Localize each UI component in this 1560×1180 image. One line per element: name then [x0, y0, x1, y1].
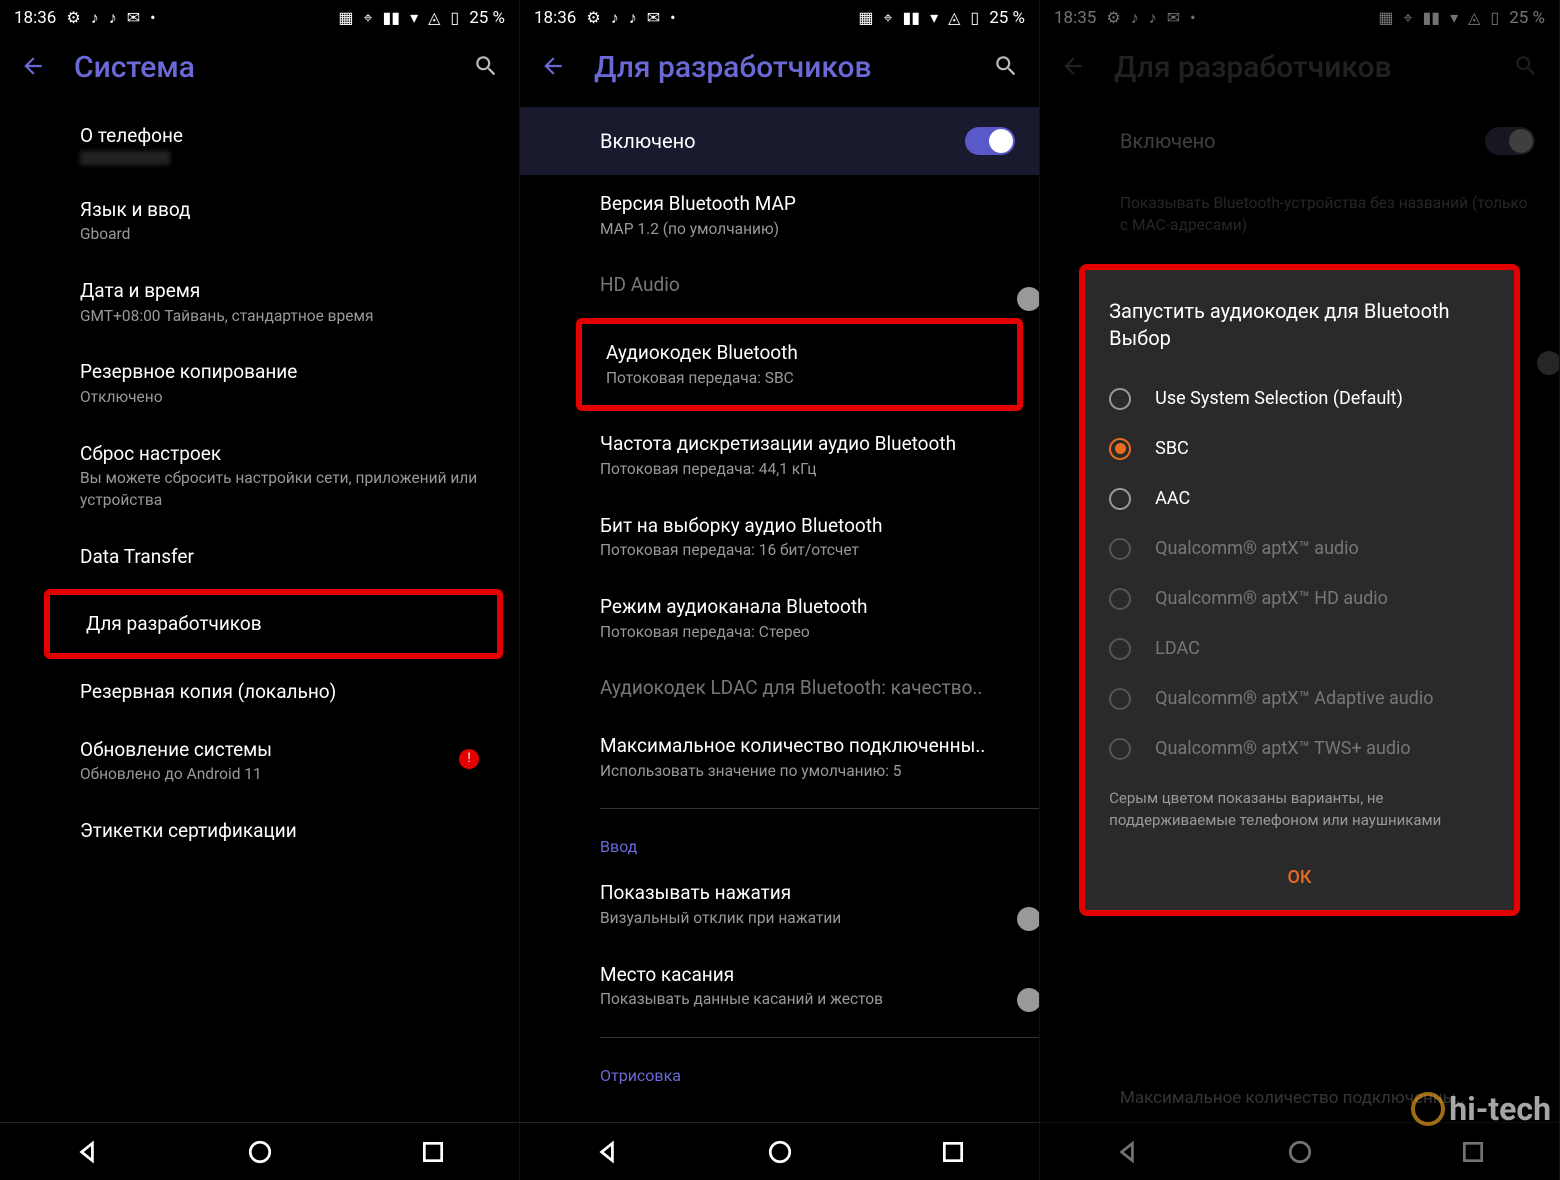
tiktok-icon: ♪ — [611, 10, 619, 26]
nav-bar — [520, 1122, 1039, 1180]
item-ldac-quality: Аудиокодек LDAC для Bluetooth: качество.… — [520, 659, 1039, 717]
battery-pct: 25 % — [989, 8, 1025, 28]
page-header: Система — [0, 36, 519, 107]
ok-button[interactable]: ОК — [1109, 845, 1490, 910]
dialog-overlay[interactable]: Запустить аудиокодек для Bluetooth Выбор… — [1040, 0, 1559, 1180]
more-icon: • — [150, 10, 155, 26]
tiktok-icon: ♪ — [629, 10, 637, 26]
update-badge: ! — [459, 749, 479, 769]
search-icon[interactable] — [473, 53, 499, 83]
page-title: Для разработчиков — [594, 50, 965, 85]
radio-option-ldac: LDAC — [1109, 624, 1490, 674]
item-certification[interactable]: Этикетки сертификации — [0, 802, 519, 860]
gear-icon: ⚙ — [586, 10, 600, 26]
item-max-connected[interactable]: Максимальное количество подключенны.. Ис… — [520, 717, 1039, 798]
item-bt-codec[interactable]: Аудиокодек Bluetooth Потоковая передача:… — [576, 318, 1023, 411]
status-bar: 18:36 ⚙ ♪ ♪ ✉ • ▦ ⌖ ▮▮ ▾ ◬ ▯ 25 % — [520, 0, 1039, 36]
nav-recent-icon[interactable] — [940, 1139, 966, 1165]
item-bt-bits[interactable]: Бит на выборку аудио Bluetooth Потоковая… — [520, 497, 1039, 578]
radio-icon — [1109, 738, 1131, 760]
wifi-icon: ▾ — [410, 10, 418, 26]
radio-option-aptx-tws: Qualcomm® aptX™ TWS+ audio — [1109, 724, 1490, 774]
battery-icon: ▯ — [450, 10, 459, 26]
item-system-update[interactable]: Обновление системы Обновлено до Android … — [0, 721, 519, 802]
radio-icon — [1109, 538, 1131, 560]
status-time: 18:36 — [14, 8, 56, 28]
radio-option-default[interactable]: Use System Selection (Default) — [1109, 374, 1490, 424]
gmail-icon: ✉ — [647, 10, 660, 26]
toggle-switch[interactable] — [965, 127, 1015, 155]
watermark-icon — [1411, 1092, 1445, 1126]
radio-option-aptx-hd: Qualcomm® aptX™ HD audio — [1109, 574, 1490, 624]
nav-recent-icon[interactable] — [420, 1139, 446, 1165]
dialog-note: Серым цветом показаны варианты, не подде… — [1109, 774, 1490, 846]
tiktok-icon: ♪ — [109, 10, 117, 26]
status-time: 18:36 — [534, 8, 576, 28]
radio-icon — [1109, 388, 1131, 410]
nav-back-icon[interactable] — [594, 1139, 620, 1165]
dev-options-list: Версия Bluetooth MAP MAP 1.2 (по умолчан… — [520, 175, 1039, 1122]
item-language[interactable]: Язык и ввод Gboard — [0, 181, 519, 262]
radio-icon — [1109, 438, 1131, 460]
item-developer-options[interactable]: Для разработчиков — [44, 589, 503, 659]
section-drawing: Отрисовка — [520, 1048, 1039, 1093]
radio-option-aac[interactable]: AAC — [1109, 474, 1490, 524]
radio-option-sbc[interactable]: SBC — [1109, 424, 1490, 474]
settings-list: О телефоне Язык и ввод Gboard Дата и вре… — [0, 107, 519, 1122]
radio-icon — [1109, 688, 1131, 710]
item-local-backup[interactable]: Резервная копия (локально) — [0, 663, 519, 721]
screenshot-system: 18:36 ⚙ ♪ ♪ ✉ • ▦ ⌖ ▮▮ ▾ ◬ ▯ 25 % Систем… — [0, 0, 520, 1180]
item-hd-audio: HD Audio — [520, 256, 1039, 314]
radio-icon — [1109, 588, 1131, 610]
battery-pct: 25 % — [469, 8, 505, 28]
battery-icon: ▯ — [970, 10, 979, 26]
item-date-time[interactable]: Дата и время GMT+08:00 Тайвань, стандарт… — [0, 262, 519, 343]
status-bar: 18:36 ⚙ ♪ ♪ ✉ • ▦ ⌖ ▮▮ ▾ ◬ ▯ 25 % — [0, 0, 519, 36]
item-bt-channel[interactable]: Режим аудиоканала Bluetooth Потоковая пе… — [520, 578, 1039, 659]
page-header: Для разработчиков — [520, 36, 1039, 107]
radio-option-aptx-adaptive: Qualcomm® aptX™ Adaptive audio — [1109, 674, 1490, 724]
bluetooth-icon: ⌖ — [883, 10, 892, 26]
item-bt-map[interactable]: Версия Bluetooth MAP MAP 1.2 (по умолчан… — [520, 175, 1039, 256]
page-title: Система — [74, 50, 445, 85]
screenshot-codec-dialog: 18:35 ⚙ ♪ ♪ ✉ • ▦ ⌖ ▮▮ ▾ ◬ ▯ 25 % Для ра… — [1040, 0, 1560, 1180]
gear-icon: ⚙ — [66, 10, 80, 26]
nav-bar — [0, 1122, 519, 1180]
vibrate-icon: ▮▮ — [902, 10, 920, 26]
gmail-icon: ✉ — [127, 10, 140, 26]
vibrate-icon: ▮▮ — [382, 10, 400, 26]
master-toggle[interactable]: Включено — [520, 107, 1039, 175]
codec-dialog: Запустить аудиокодек для Bluetooth Выбор… — [1079, 264, 1520, 917]
item-pointer-location[interactable]: Место касания Показывать данные касаний … — [520, 946, 1039, 1027]
nfc-icon: ▦ — [858, 10, 873, 26]
section-input: Ввод — [520, 819, 1039, 864]
divider — [600, 1037, 1039, 1038]
search-icon[interactable] — [993, 53, 1019, 83]
nav-back-icon[interactable] — [74, 1139, 100, 1165]
no-sim-icon: ◬ — [948, 10, 960, 26]
no-sim-icon: ◬ — [428, 10, 440, 26]
back-icon[interactable] — [20, 53, 46, 83]
item-reset[interactable]: Сброс настроек Вы можете сбросить настро… — [0, 425, 519, 528]
item-show-taps[interactable]: Показывать нажатия Визуальный отклик при… — [520, 864, 1039, 945]
bluetooth-icon: ⌖ — [363, 10, 372, 26]
dialog-title: Запустить аудиокодек для Bluetooth Выбор — [1109, 298, 1490, 352]
more-icon: • — [670, 10, 675, 26]
nfc-icon: ▦ — [338, 10, 353, 26]
watermark: hi-tech — [1411, 1090, 1551, 1128]
radio-icon — [1109, 638, 1131, 660]
item-data-transfer[interactable]: Data Transfer — [0, 528, 519, 586]
item-about-phone[interactable]: О телефоне — [0, 107, 519, 181]
radio-icon — [1109, 488, 1131, 510]
nav-home-icon[interactable] — [247, 1139, 273, 1165]
wifi-icon: ▾ — [930, 10, 938, 26]
item-bt-sample-rate[interactable]: Частота дискретизации аудио Bluetooth По… — [520, 415, 1039, 496]
divider — [600, 808, 1039, 809]
nav-home-icon[interactable] — [767, 1139, 793, 1165]
radio-option-aptx: Qualcomm® aptX™ audio — [1109, 524, 1490, 574]
back-icon[interactable] — [540, 53, 566, 83]
screenshot-devoptions: 18:36 ⚙ ♪ ♪ ✉ • ▦ ⌖ ▮▮ ▾ ◬ ▯ 25 % Для ра… — [520, 0, 1040, 1180]
tiktok-icon: ♪ — [91, 10, 99, 26]
item-backup[interactable]: Резервное копирование Отключено — [0, 343, 519, 424]
